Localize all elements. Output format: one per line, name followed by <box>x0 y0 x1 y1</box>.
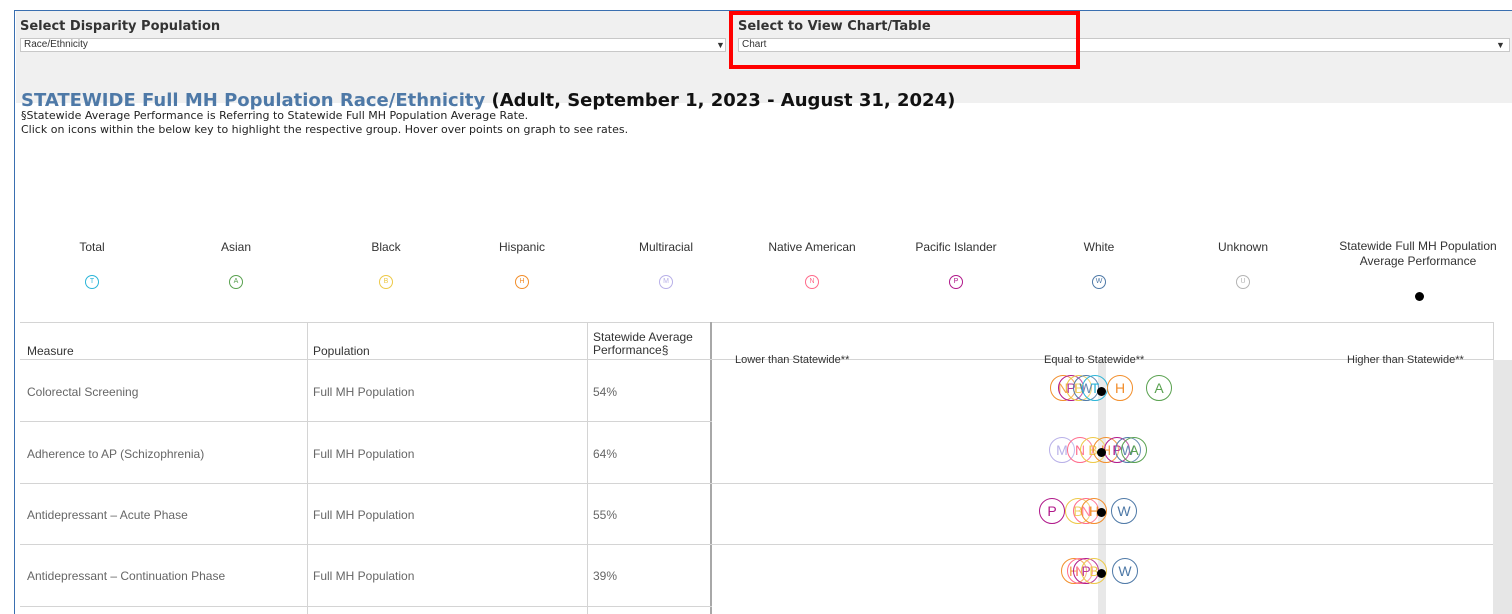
legend-item-hispanic[interactable]: Hispanic H <box>452 240 592 289</box>
hispanic-marker-icon[interactable]: H <box>515 275 529 289</box>
column-divider <box>587 322 588 614</box>
hispanic-point-icon[interactable]: H <box>1107 375 1133 401</box>
zone-higher-label: Higher than Statewide** <box>1347 354 1464 366</box>
view-dropdown-arrow-icon[interactable]: ▼ <box>1496 40 1505 50</box>
disparity-select[interactable]: Race/Ethnicity <box>20 38 726 52</box>
table-row-population: Full MH Population <box>313 385 415 399</box>
row-divider <box>712 483 1493 484</box>
row-divider <box>20 483 712 484</box>
total-marker-icon[interactable]: T <box>85 275 99 289</box>
statewide-average-dot-icon[interactable] <box>1097 387 1106 396</box>
pacific-islander-point-icon[interactable]: P <box>1039 498 1065 524</box>
white-marker-icon[interactable]: W <box>1092 275 1106 289</box>
legend-item-unknown[interactable]: Unknown U <box>1173 240 1313 289</box>
asian-point-icon[interactable]: A <box>1121 437 1147 463</box>
subtitle-note: §Statewide Average Performance is Referr… <box>21 109 529 122</box>
legend-label: Unknown <box>1217 240 1269 254</box>
table-row-statewide: 64% <box>593 447 618 461</box>
legend-label: Total <box>79 240 105 254</box>
header-statewide-average: Statewide Average Performance§ <box>593 330 693 357</box>
multiracial-marker-icon[interactable]: M <box>659 275 673 289</box>
column-divider <box>710 322 712 614</box>
legend-label: Hispanic <box>498 240 546 254</box>
table-row-statewide: 55% <box>593 508 618 522</box>
subtitle-instructions: Click on icons within the below key to h… <box>21 123 629 136</box>
disparity-dropdown-arrow-icon[interactable]: ▼ <box>716 40 725 50</box>
row-divider <box>20 606 712 607</box>
title-main: STATEWIDE Full MH Population Race/Ethnic… <box>21 90 486 111</box>
table-row-statewide: 39% <box>593 569 618 583</box>
page-title: STATEWIDE Full MH Population Race/Ethnic… <box>21 90 955 111</box>
table-row-statewide: 54% <box>593 385 618 399</box>
statewide-average-dot-icon[interactable] <box>1097 448 1106 457</box>
legend-label: Native American <box>768 240 856 254</box>
table-row-population: Full MH Population <box>313 508 415 522</box>
statewide-average-dot-icon[interactable] <box>1415 292 1424 301</box>
legend-item-asian[interactable]: Asian A <box>166 240 306 289</box>
legend-label: Multiracial <box>638 240 693 254</box>
legend-item-multiracial[interactable]: Multiracial M <box>596 240 736 289</box>
asian-point-icon[interactable]: A <box>1146 375 1172 401</box>
table-row-population: Full MH Population <box>313 447 415 461</box>
column-divider <box>307 322 308 614</box>
legend-item-total[interactable]: Total T <box>22 240 162 289</box>
legend-item-black[interactable]: Black B <box>316 240 456 289</box>
table-row-measure: Antidepressant – Continuation Phase <box>27 569 226 583</box>
legend-label: Black <box>371 240 401 254</box>
row-divider <box>20 544 712 545</box>
asian-marker-icon[interactable]: A <box>229 275 243 289</box>
legend-item-statewide-average[interactable]: Statewide Full MH Population Average Per… <box>1326 239 1510 269</box>
table-row-measure: Colorectal Screening <box>27 385 139 399</box>
header-population: Population <box>313 344 370 358</box>
legend-label: Pacific Islander <box>915 240 997 254</box>
vertical-scrollbar[interactable] <box>1493 360 1512 614</box>
statewide-average-dot-icon[interactable] <box>1097 508 1106 517</box>
white-point-icon[interactable]: W <box>1112 558 1138 584</box>
legend-label: Statewide Full MH Population Average Per… <box>1339 239 1497 268</box>
table-row-measure: Adherence to AP (Schizophrenia) <box>27 447 205 461</box>
legend-item-white[interactable]: White W <box>1029 240 1169 289</box>
row-divider <box>712 544 1493 545</box>
highlight-box <box>729 11 1080 69</box>
legend-label: White <box>1083 240 1115 254</box>
legend-label: Asian <box>220 240 252 254</box>
black-marker-icon[interactable]: B <box>379 275 393 289</box>
zone-lower-label: Lower than Statewide** <box>735 354 850 366</box>
header-measure: Measure <box>27 344 74 358</box>
statewide-average-dot-icon[interactable] <box>1097 569 1106 578</box>
pacific-islander-marker-icon[interactable]: P <box>949 275 963 289</box>
table-row-population: Full MH Population <box>313 569 415 583</box>
row-divider <box>20 359 712 360</box>
legend-item-native-american[interactable]: Native American N <box>742 240 882 289</box>
table-row-measure: Antidepressant – Acute Phase <box>27 508 188 522</box>
white-point-icon[interactable]: W <box>1111 498 1137 524</box>
disparity-filter-label: Select Disparity Population <box>20 19 221 34</box>
title-period: (Adult, September 1, 2023 - August 31, 2… <box>491 90 956 111</box>
zone-equal-label: Equal to Statewide** <box>1044 354 1145 366</box>
row-divider <box>20 421 712 422</box>
legend-item-pacific-islander[interactable]: Pacific Islander P <box>886 240 1026 289</box>
native-american-marker-icon[interactable]: N <box>805 275 819 289</box>
unknown-marker-icon[interactable]: U <box>1236 275 1250 289</box>
